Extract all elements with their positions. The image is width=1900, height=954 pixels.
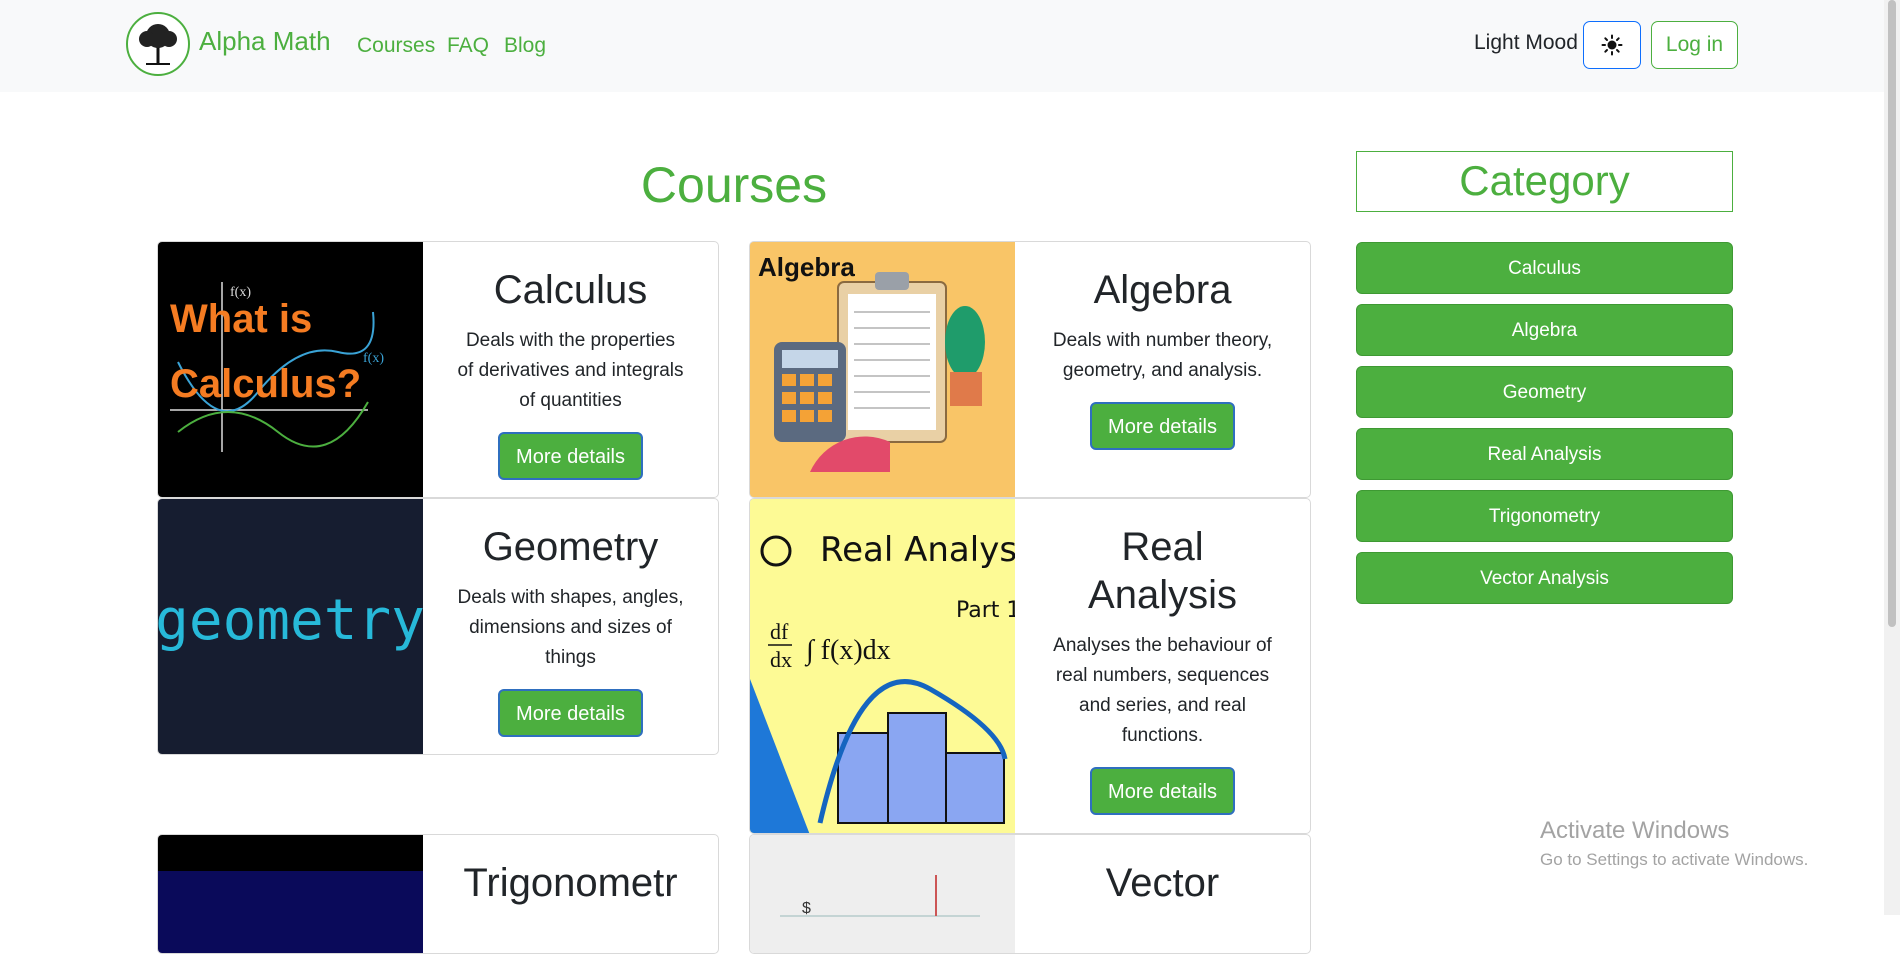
category-heading: Category [1356,151,1733,212]
algebra-image: Algebra [750,242,1015,497]
card-body: Geometry Deals with shapes, angles, dime… [423,499,718,737]
page-scrollbar-thumb[interactable] [1888,0,1896,627]
brand-name[interactable]: Alpha Math [199,26,331,57]
card-body: Algebra Deals with number theory, geomet… [1015,242,1310,450]
activate-windows-title: Activate Windows [1540,817,1730,844]
svg-text:df: df [770,619,789,644]
svg-text:dx: dx [770,647,792,672]
card-body: Vector [1015,835,1310,907]
algebra-image-text: Algebra [758,252,855,282]
card-title: Calculus [493,268,648,312]
more-details-button[interactable]: More details [498,689,643,737]
card-title: Trigonometr [463,861,678,905]
nav-link-blog[interactable]: Blog [504,34,546,58]
navbar: Alpha Math Courses FAQ Blog Light Mood L… [0,0,1884,92]
login-button[interactable]: Log in [1651,21,1738,69]
card-body: Real Analysis Analyses the behaviour of … [1015,499,1310,815]
card-description: Deals with shapes, angles, dimensions an… [457,587,684,668]
card-description: Analyses the behaviour of real numbers, … [1053,635,1272,746]
category-button-trigonometry[interactable]: Trigonometry [1356,490,1733,542]
calculus-image: f(x) f(x) What is Calculus? [158,242,423,497]
svg-text:$: $ [802,900,811,917]
real-analysis-image: df dx ∫ f(x)dx Real Analysis Part 1 [750,499,1015,833]
geometry-image: geometry [158,499,423,754]
card-title: Vector [1105,861,1220,905]
card-title: Algebra [1093,268,1232,312]
page-title: Courses [640,157,828,213]
category-button-algebra[interactable]: Algebra [1356,304,1733,356]
card-title: Real Analysis [1088,525,1237,617]
mood-label: Light Mood [1474,31,1578,54]
course-card-calculus: f(x) f(x) What is Calculus? Calculus Dea… [157,241,719,498]
calculus-image-text-2: Calculus? [170,362,361,406]
real-analysis-image-subtitle: Part 1 [956,598,1015,623]
trigonometry-image [158,835,423,953]
real-analysis-image-title: Real Analysis [820,530,1015,570]
vector-image: $ [750,835,1015,953]
card-body: Calculus Deals with the properties of de… [423,242,718,480]
geometry-image-text: geometry [158,588,423,653]
course-card-real-analysis: df dx ∫ f(x)dx Real Analysis Part 1 Real… [749,498,1311,834]
card-body: Trigonometr [423,835,718,907]
card-description: Deals with the properties of derivatives… [457,330,684,411]
course-card-vector: $ Vector [749,834,1311,954]
category-button-geometry[interactable]: Geometry [1356,366,1733,418]
category-button-vector-analysis[interactable]: Vector Analysis [1356,552,1733,604]
more-details-button[interactable]: More details [498,432,643,480]
sun-icon [1601,34,1623,56]
category-button-real-analysis[interactable]: Real Analysis [1356,428,1733,480]
card-description: Deals with number theory, geometry, and … [1052,330,1273,381]
svg-text:∫ f(x)dx: ∫ f(x)dx [804,635,891,667]
course-card-algebra: Algebra Algebra Deals with number theory… [749,241,1311,498]
course-card-geometry: geometry Geometry Deals with shapes, ang… [157,498,719,755]
calculus-image-text-1: What is [170,297,312,341]
nav-link-faq[interactable]: FAQ [447,34,489,58]
nav-link-courses[interactable]: Courses [357,34,435,58]
svg-text:f(x): f(x) [363,351,384,366]
more-details-button[interactable]: More details [1090,402,1235,450]
activate-windows-subtitle: Go to Settings to activate Windows. [1540,850,1809,869]
category-button-calculus[interactable]: Calculus [1356,242,1733,294]
tree-logo-icon[interactable] [126,12,190,76]
course-card-trigonometry: Trigonometr [157,834,719,954]
theme-toggle-button[interactable] [1583,21,1641,69]
card-title: Geometry [482,525,659,569]
more-details-button[interactable]: More details [1090,767,1235,815]
